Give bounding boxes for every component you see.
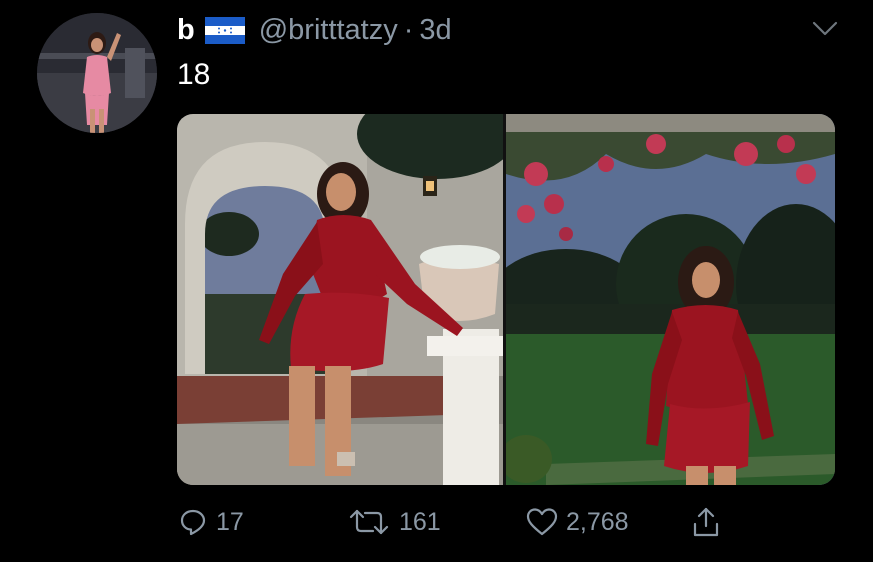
like-button[interactable]: 2,768 (526, 500, 629, 544)
chevron-down-icon (812, 21, 838, 36)
separator-dot: · (403, 13, 414, 46)
heart-icon (526, 508, 558, 536)
display-name[interactable]: b (177, 14, 195, 47)
honduras-flag-icon (204, 16, 245, 44)
more-options-button[interactable] (808, 15, 842, 43)
media-grid (177, 114, 835, 485)
retweet-button[interactable]: 161 (347, 500, 441, 544)
tweet-text: 18 (177, 58, 211, 91)
reply-button[interactable]: 17 (178, 500, 244, 544)
share-icon (693, 507, 719, 537)
timestamp[interactable]: 3d (419, 14, 451, 47)
user-handle[interactable]: @britttatzy (259, 14, 398, 47)
reply-icon (180, 509, 206, 536)
like-count: 2,768 (566, 507, 629, 536)
tweet-header: b @britttatzy · 3d (177, 10, 452, 50)
avatar[interactable] (37, 13, 157, 133)
reply-count: 17 (216, 507, 244, 536)
photo-1[interactable] (177, 114, 503, 485)
retweet-icon (349, 509, 389, 535)
tweet-actions: 17 161 2,768 (0, 500, 873, 544)
share-button[interactable] (691, 500, 729, 544)
retweet-count: 161 (399, 507, 441, 536)
photo-2[interactable] (506, 114, 835, 485)
